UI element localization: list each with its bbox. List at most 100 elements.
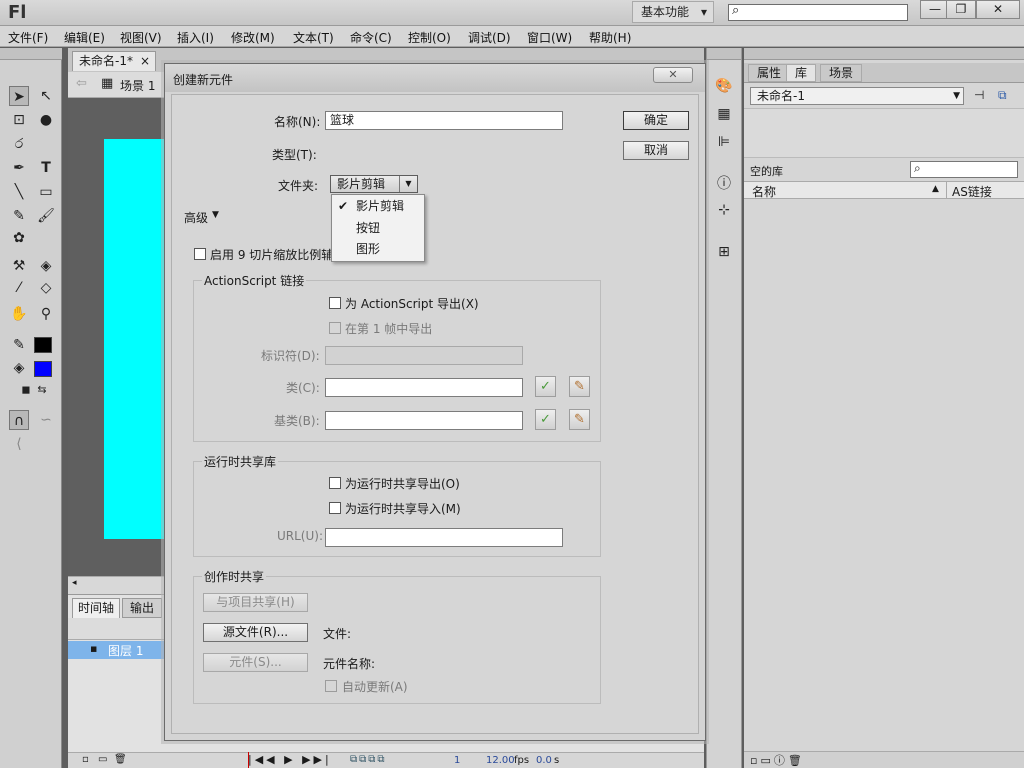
tab-output[interactable]: 输出 <box>122 598 162 618</box>
menu-commands[interactable]: 命令(C) <box>350 29 392 46</box>
sort-ascending-icon[interactable]: ▲ <box>932 184 939 194</box>
enable-9slice-checkbox[interactable] <box>194 248 206 260</box>
menu-insert[interactable]: 插入(I) <box>177 29 214 46</box>
cancel-button[interactable]: 取消 <box>623 141 689 160</box>
validate-base-class-icon[interactable]: ✓ <box>535 409 556 430</box>
new-library-panel-icon[interactable]: ⧉ <box>998 88 1007 103</box>
eyedropper-tool-icon[interactable]: ⁄ <box>9 278 29 298</box>
close-icon[interactable]: × <box>140 52 150 70</box>
stroke-color-swatch[interactable] <box>34 337 52 353</box>
edit-class-icon[interactable]: ✎ <box>569 376 590 397</box>
subselection-tool-icon[interactable]: ↖ <box>36 86 56 106</box>
pencil-tool-icon[interactable]: ✎ <box>9 206 29 226</box>
menu-window[interactable]: 窗口(W) <box>527 29 572 46</box>
identifier-input[interactable] <box>325 346 523 365</box>
stage-rectangle[interactable] <box>104 139 166 539</box>
url-input[interactable] <box>325 528 563 547</box>
share-with-project-button[interactable]: 与项目共享(H) <box>203 593 308 612</box>
new-layer-icon[interactable]: ▫ <box>82 754 89 765</box>
new-folder-icon[interactable]: ▭ <box>98 754 107 765</box>
info-panel-icon[interactable]: ⓘ <box>714 174 734 194</box>
tab-library[interactable]: 库 <box>786 64 817 82</box>
deco-tool-icon[interactable]: ✿ <box>9 228 29 248</box>
symbol-type-select[interactable]: 影片剪辑 ▼ <box>330 175 418 193</box>
import-for-runtime-checkbox[interactable] <box>329 502 341 514</box>
library-footer-icons[interactable]: ▫▭ⓘ🗑 <box>750 752 805 768</box>
triangle-down-icon[interactable]: ▼ <box>212 210 219 220</box>
tab-timeline[interactable]: 时间轴 <box>72 598 120 618</box>
menu-modify[interactable]: 修改(M) <box>231 29 275 46</box>
layer-row[interactable]: ▪ 图层 1 <box>68 641 164 659</box>
playback-controls[interactable]: |◀◀ ▶ ▶▶| <box>248 753 332 766</box>
type-option-button[interactable]: 按钮 <box>332 218 424 239</box>
tab-scene[interactable]: 场景 <box>820 64 863 82</box>
menu-text[interactable]: 文本(T) <box>293 29 334 46</box>
pen-tool-icon[interactable]: ✒ <box>9 158 29 178</box>
swatches-panel-icon[interactable]: ▦ <box>714 104 734 124</box>
pin-library-icon[interactable]: ⊣ <box>974 88 984 102</box>
symbol-name-input[interactable]: 篮球 <box>325 111 563 130</box>
text-tool-icon[interactable]: T <box>36 158 56 178</box>
components-panel-icon[interactable]: ⊞ <box>714 242 734 262</box>
export-in-frame1-checkbox[interactable] <box>329 322 341 334</box>
frame-rate-value[interactable]: 12.00 <box>486 755 515 766</box>
rectangle-tool-icon[interactable]: ▭ <box>36 182 56 202</box>
advanced-toggle[interactable]: 高级 <box>184 209 208 226</box>
library-search-input[interactable]: ⌕ <box>910 161 1018 178</box>
class-input[interactable] <box>325 378 523 397</box>
lasso-tool-icon[interactable]: ර <box>9 134 29 154</box>
fill-color-swatch[interactable] <box>34 361 52 377</box>
color-panel-icon[interactable]: 🎨 <box>714 76 734 96</box>
transform-panel-icon[interactable]: ⊹ <box>714 200 734 220</box>
type-option-graphic[interactable]: 图形 <box>332 239 424 260</box>
snap-magnet-icon[interactable]: ∩ <box>9 410 29 430</box>
menu-control[interactable]: 控制(O) <box>408 29 451 46</box>
menu-debug[interactable]: 调试(D) <box>468 29 511 46</box>
export-for-actionscript-checkbox[interactable] <box>329 297 341 309</box>
bone-tool-icon[interactable]: ⚒ <box>9 256 29 276</box>
export-for-runtime-checkbox[interactable] <box>329 477 341 489</box>
close-button[interactable]: ✕ <box>976 0 1020 19</box>
maximize-button[interactable]: ❐ <box>946 0 976 19</box>
hand-tool-icon[interactable]: ✋ <box>9 304 29 324</box>
document-tab[interactable]: 未命名-1* × <box>72 51 156 71</box>
back-arrow-icon[interactable]: ⇦ <box>76 76 87 91</box>
straighten-icon[interactable]: ⟨ <box>9 434 29 454</box>
validate-class-icon[interactable]: ✓ <box>535 376 556 397</box>
onion-skin-icons[interactable]: ⧉⧉⧉⧉ <box>350 754 387 765</box>
menu-edit[interactable]: 编辑(E) <box>64 29 105 46</box>
type-option-movieclip[interactable]: ✔ 影片剪辑 <box>332 196 424 217</box>
symbol-button[interactable]: 元件(S)... <box>203 653 308 672</box>
column-header-name[interactable]: 名称 <box>752 183 776 200</box>
library-document-name: 未命名-1 <box>757 89 805 103</box>
workspace-switcher[interactable]: 基本功能 ▾ <box>632 1 714 23</box>
3d-rotation-tool-icon[interactable]: ● <box>36 110 56 130</box>
free-transform-tool-icon[interactable]: ⊡ <box>9 110 29 130</box>
selection-tool-icon[interactable]: ➤ <box>9 86 29 106</box>
column-header-linkage[interactable]: AS链接 <box>952 183 992 200</box>
edit-base-class-icon[interactable]: ✎ <box>569 409 590 430</box>
base-class-input[interactable] <box>325 411 523 430</box>
swap-colors-icon[interactable]: ⇆ <box>32 380 52 400</box>
menu-help[interactable]: 帮助(H) <box>589 29 631 46</box>
menu-view[interactable]: 视图(V) <box>120 29 162 46</box>
brush-tool-icon[interactable]: 🖌 <box>36 206 56 226</box>
current-frame[interactable]: 1 <box>454 755 460 766</box>
tab-properties[interactable]: 属性 <box>748 64 791 82</box>
close-icon[interactable]: ✕ <box>653 67 693 83</box>
smooth-icon[interactable]: ∽ <box>36 410 56 430</box>
library-footer: ▫▭ⓘ🗑 <box>744 751 1024 768</box>
eraser-tool-icon[interactable]: ◇ <box>36 278 56 298</box>
paint-bucket-tool-icon[interactable]: ◈ <box>36 256 56 276</box>
auto-update-checkbox[interactable] <box>325 680 337 692</box>
source-file-button[interactable]: 源文件(R)... <box>203 623 308 642</box>
delete-layer-icon[interactable]: 🗑 <box>114 754 127 765</box>
line-tool-icon[interactable]: ╲ <box>9 182 29 202</box>
zoom-tool-icon[interactable]: ⚲ <box>36 304 56 324</box>
ok-button[interactable]: 确定 <box>623 111 689 130</box>
scroll-left-icon[interactable]: ◂ <box>72 578 77 588</box>
menu-file[interactable]: 文件(F) <box>8 29 48 46</box>
align-panel-icon[interactable]: ⊫ <box>714 132 734 152</box>
help-search-input[interactable]: ⌕ <box>728 3 908 21</box>
library-document-select[interactable]: 未命名-1 ▼ <box>750 87 964 105</box>
